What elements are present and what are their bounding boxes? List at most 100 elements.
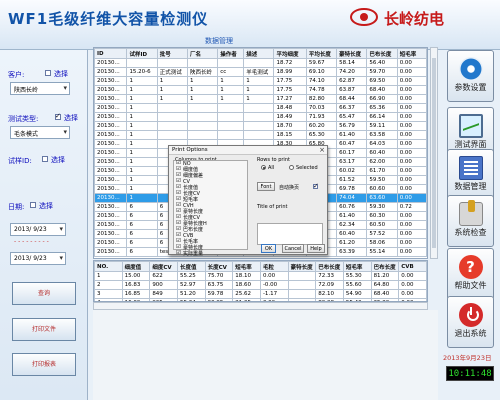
- table-cell[interactable]: 60.17: [336, 148, 368, 158]
- table-cell[interactable]: 60.40: [366, 148, 398, 158]
- detail-column-header[interactable]: 巴布长度: [370, 261, 400, 272]
- customer-checkbox[interactable]: [45, 70, 51, 76]
- detail-cell[interactable]: 1: [94, 271, 123, 281]
- table-cell[interactable]: 60.60: [366, 184, 398, 194]
- detail-cell[interactable]: 54.90: [342, 289, 372, 299]
- table-cell[interactable]: 0.00: [396, 85, 427, 95]
- table-cell[interactable]: 59.11: [366, 121, 398, 131]
- table-cell[interactable]: 20130...: [94, 238, 128, 248]
- detail-column-header[interactable]: 短毛率: [342, 261, 372, 272]
- detail-column-header[interactable]: 巴布长度: [315, 261, 344, 272]
- detail-cell[interactable]: 15.00: [121, 271, 151, 281]
- table-cell[interactable]: 20130...: [94, 229, 128, 239]
- table-cell[interactable]: 18.72: [273, 58, 307, 68]
- detail-cell[interactable]: 52.97: [176, 280, 206, 290]
- table-cell[interactable]: 66.90: [366, 94, 398, 104]
- table-cell[interactable]: 6: [126, 247, 158, 257]
- column-header[interactable]: 操作者: [217, 48, 245, 59]
- table-cell[interactable]: 62.00: [366, 157, 398, 167]
- table-cell[interactable]: 1: [217, 94, 245, 104]
- table-cell[interactable]: 0.00: [396, 175, 427, 185]
- table-cell[interactable]: 82.80: [305, 94, 338, 104]
- table-cell[interactable]: 69.78: [336, 184, 368, 194]
- table-cell[interactable]: 18.48: [273, 103, 307, 113]
- table-cell[interactable]: [217, 112, 245, 122]
- table-cell[interactable]: 0.00: [396, 112, 427, 122]
- detail-column-header[interactable]: 长度CV: [204, 261, 234, 272]
- column-header[interactable]: 平均细度: [273, 48, 307, 59]
- table-cell[interactable]: [186, 58, 219, 68]
- query-button[interactable]: 查询: [12, 282, 76, 305]
- detail-cell[interactable]: 75.70: [204, 271, 234, 281]
- table-cell[interactable]: 1: [126, 85, 158, 95]
- table-cell[interactable]: 63.60: [366, 193, 398, 203]
- detail-cell[interactable]: 16.83: [121, 280, 151, 290]
- detail-cell[interactable]: -1.17: [259, 289, 289, 299]
- column-header[interactable]: 巴布长度: [366, 48, 398, 59]
- rows-selected-radio[interactable]: Selected: [289, 165, 318, 171]
- table-cell[interactable]: 68.44: [336, 94, 368, 104]
- table-cell[interactable]: 20130...: [94, 67, 128, 77]
- table-cell[interactable]: [186, 112, 219, 122]
- table-cell[interactable]: 57.52: [366, 229, 398, 239]
- table-cell[interactable]: 61.40: [336, 130, 368, 140]
- table-cell[interactable]: 0.00: [396, 229, 427, 239]
- detail-column-header[interactable]: 豪特长度: [287, 261, 317, 272]
- table-cell[interactable]: 61.70: [366, 166, 398, 176]
- table-cell[interactable]: 58.14: [336, 58, 368, 68]
- table-cell[interactable]: 0.00: [396, 184, 427, 194]
- table-cell[interactable]: 20130...: [94, 175, 128, 185]
- test-type-select[interactable]: 毛条模式: [10, 126, 70, 139]
- table-cell[interactable]: 20130...: [94, 157, 128, 167]
- table-row[interactable]: 20130... 1 1 1 1 1 17.27 82.80 68.44 66.90 0.00: [94, 94, 427, 104]
- columns-list[interactable]: NO细度值细度偏差CV长度值长度CV短毛率CVH豪特长度长度CV豪特长度H巴布长…: [173, 160, 248, 257]
- detail-cell[interactable]: 16.85: [121, 289, 151, 299]
- table-cell[interactable]: 1: [126, 103, 158, 113]
- table-cell[interactable]: 1: [126, 76, 158, 86]
- table-cell[interactable]: 61.40: [336, 211, 368, 221]
- table-cell[interactable]: 20130...: [94, 112, 128, 122]
- table-cell[interactable]: 1: [126, 94, 158, 104]
- table-cell[interactable]: 0.00: [396, 157, 427, 167]
- table-cell[interactable]: 陕西长岭: [186, 67, 219, 77]
- detail-cell[interactable]: 2: [94, 280, 123, 290]
- system-check-button[interactable]: 系统检查: [447, 195, 494, 247]
- table-cell[interactable]: 1: [126, 130, 158, 140]
- detail-column-header[interactable]: 毛粒: [259, 261, 289, 272]
- table-cell[interactable]: 20130...: [94, 148, 128, 158]
- test-type-checkbox[interactable]: [55, 112, 61, 120]
- table-cell[interactable]: 61.52: [336, 175, 368, 185]
- table-cell[interactable]: 0.00: [396, 166, 427, 176]
- table-cell[interactable]: [243, 130, 275, 140]
- table-cell[interactable]: [217, 130, 245, 140]
- table-cell[interactable]: 63.58: [366, 130, 398, 140]
- table-cell[interactable]: 正式测试: [156, 67, 188, 77]
- help-button[interactable]: Help: [307, 244, 325, 253]
- table-cell[interactable]: 61.20: [336, 238, 368, 248]
- table-cell[interactable]: 20130...: [94, 94, 128, 104]
- detail-cell[interactable]: [287, 280, 317, 290]
- table-cell[interactable]: 1: [243, 94, 275, 104]
- table-cell[interactable]: [186, 130, 219, 140]
- column-header[interactable]: ID: [94, 48, 128, 59]
- table-cell[interactable]: 1: [126, 166, 158, 176]
- table-cell[interactable]: 1: [186, 76, 219, 86]
- detail-cell[interactable]: 3: [94, 289, 123, 299]
- table-cell[interactable]: 59.30: [366, 202, 398, 212]
- table-cell[interactable]: 6: [126, 238, 158, 248]
- detail-cell[interactable]: 63.75: [204, 280, 234, 290]
- column-header[interactable]: 短毛率: [396, 48, 427, 59]
- table-cell[interactable]: 66.37: [336, 103, 368, 113]
- table-cell[interactable]: 69.10: [305, 67, 338, 77]
- table-vertical-scrollbar[interactable]: [430, 47, 438, 259]
- table-cell[interactable]: 18.70: [273, 121, 307, 131]
- table-cell[interactable]: [156, 130, 188, 140]
- table-cell[interactable]: 63.39: [336, 247, 368, 257]
- table-cell[interactable]: [156, 121, 188, 131]
- table-cell[interactable]: 羊毛测试: [243, 67, 275, 77]
- detail-cell[interactable]: 0.00: [398, 271, 427, 281]
- table-cell[interactable]: 60.50: [366, 220, 398, 230]
- table-cell[interactable]: 20130...: [94, 139, 128, 149]
- table-cell[interactable]: 1: [156, 85, 188, 95]
- table-cell[interactable]: [243, 121, 275, 131]
